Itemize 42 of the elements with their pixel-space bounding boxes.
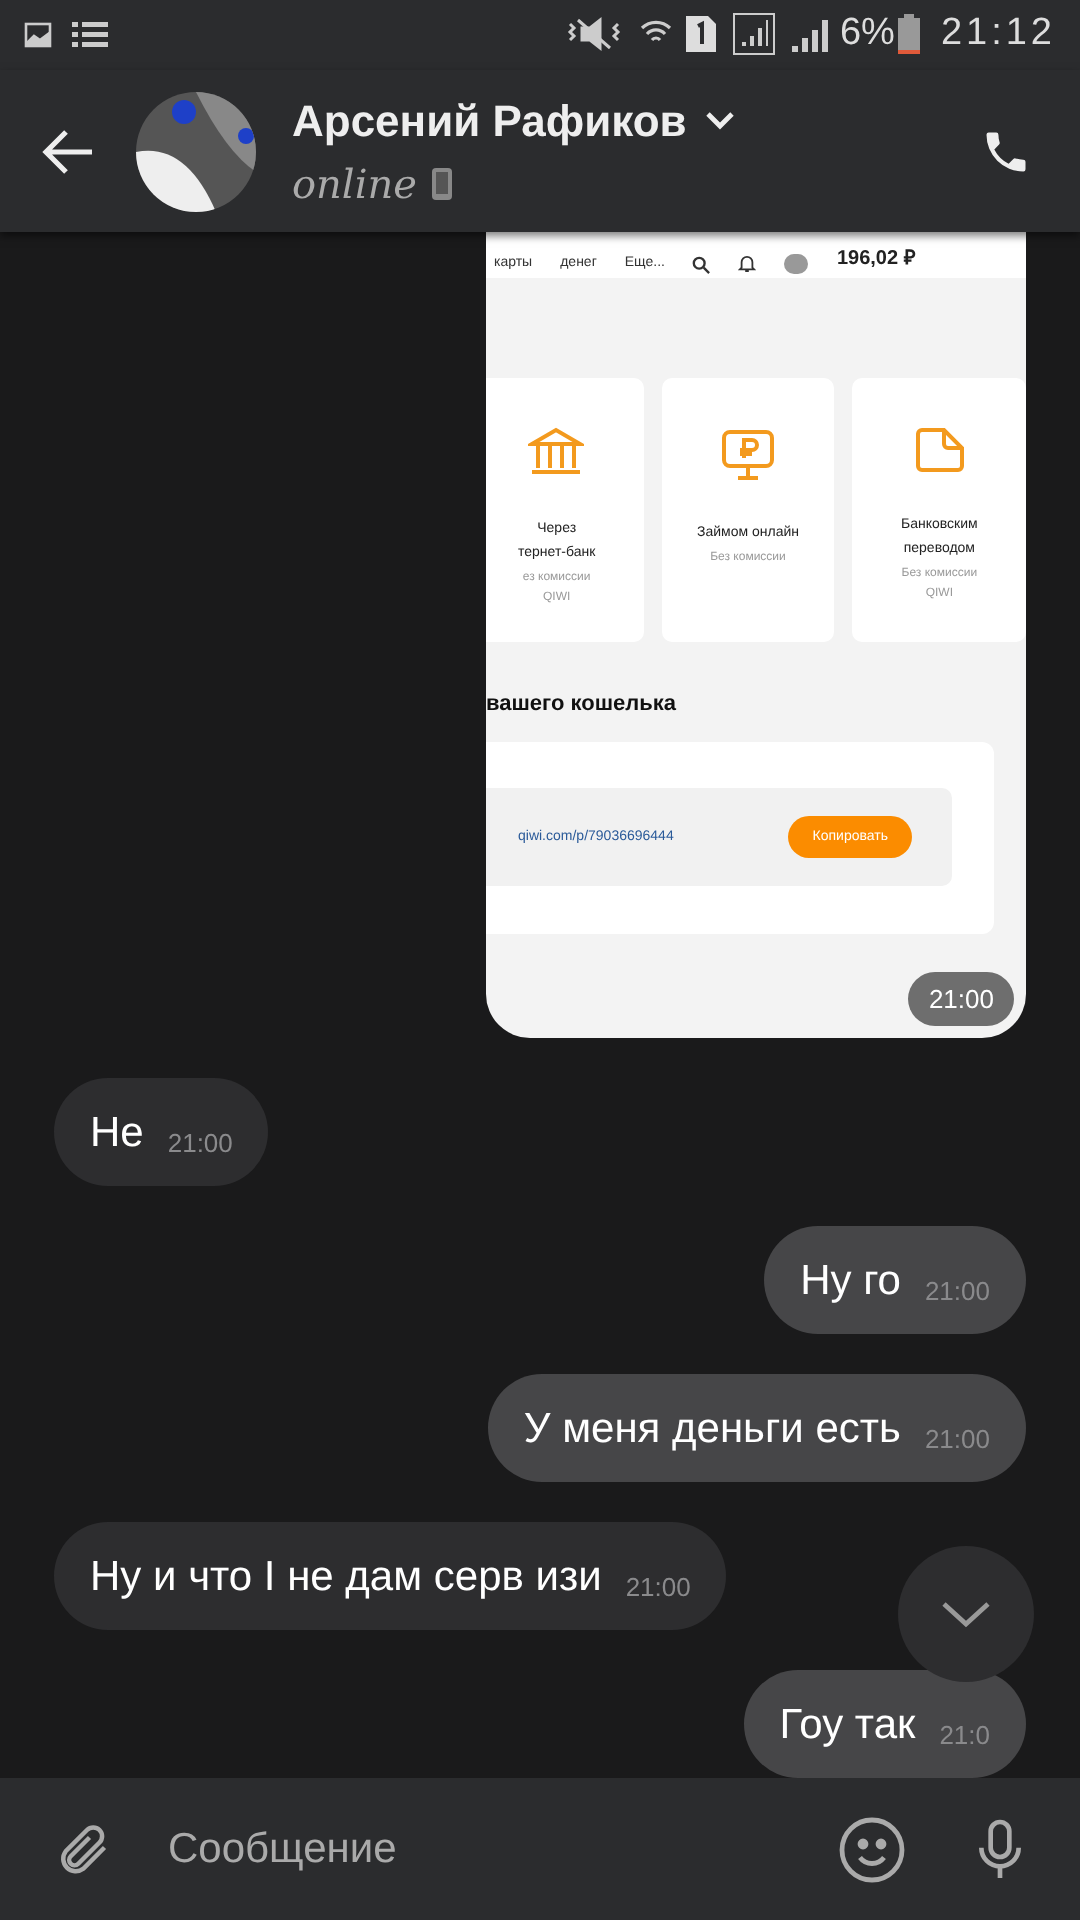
message-bubble[interactable]: У меня деньги есть 21:00 <box>487 1374 1026 1483</box>
ruble-monitor-icon <box>718 426 778 483</box>
battery-icon <box>898 14 921 55</box>
message-bubble[interactable]: Не 21:00 <box>54 1078 269 1187</box>
battery-percent: 6% <box>839 10 895 59</box>
message-text: Не <box>90 1107 144 1160</box>
message-time: 21:00 <box>625 1569 691 1606</box>
back-icon[interactable] <box>40 127 96 176</box>
image-icon <box>24 21 52 48</box>
balance: 196,02 ₽ <box>836 246 916 275</box>
message-text: Ну и что I не дам серв изи <box>90 1551 602 1604</box>
message-time: 21:00 <box>924 1273 990 1310</box>
chevron-down-icon <box>942 1601 990 1628</box>
message-bubble[interactable]: Ну го 21:00 <box>764 1226 1026 1335</box>
message-bubble[interactable]: Гоу так 21:0 <box>743 1670 1026 1779</box>
search-icon[interactable] <box>692 256 711 275</box>
mute-icon <box>565 16 622 53</box>
bank-icon <box>528 426 585 479</box>
message-text: У меня деньги есть <box>523 1403 901 1456</box>
contact-status: online <box>292 158 417 213</box>
avatar-icon <box>784 254 809 275</box>
signal-icon <box>791 16 828 53</box>
message-text: Гоу так <box>779 1699 916 1752</box>
section-title: вашего кошелька <box>486 690 678 721</box>
document-icon <box>911 426 968 475</box>
message-text: Ну го <box>800 1255 901 1308</box>
message-time: 21:00 <box>167 1125 233 1162</box>
message-composer[interactable]: Сообщение <box>0 1778 1080 1920</box>
emoji-icon[interactable] <box>836 1813 908 1886</box>
contact-name[interactable]: Арсений Рафиков <box>292 88 687 155</box>
message-time: 21:00 <box>908 971 1014 1027</box>
sim-icon <box>685 16 716 53</box>
message-input[interactable]: Сообщение <box>168 1817 836 1881</box>
chevron-down-icon[interactable] <box>706 112 735 131</box>
list-icon <box>72 19 108 50</box>
clock: 21:12 <box>940 10 1056 59</box>
message-bubble[interactable]: Ну и что I не дам серв изи 21:00 <box>54 1522 727 1631</box>
phone-device-icon <box>432 168 453 201</box>
message-time: 21:0 <box>939 1717 990 1754</box>
message-time: 21:00 <box>924 1421 990 1458</box>
signal-icon <box>731 12 776 57</box>
bell-icon[interactable] <box>738 254 757 275</box>
